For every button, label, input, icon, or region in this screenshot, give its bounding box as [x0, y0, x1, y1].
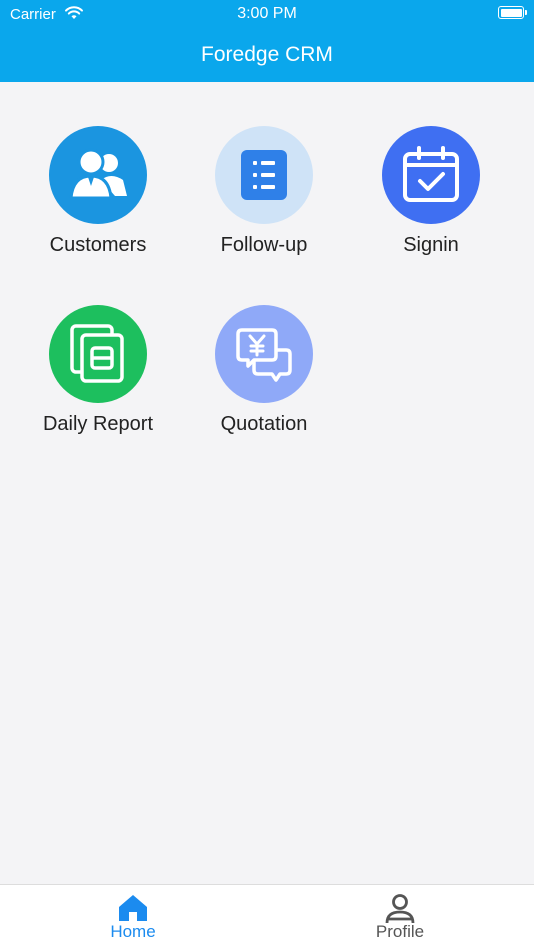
calendar-check-icon [382, 126, 480, 224]
home-icon [119, 895, 147, 921]
menu-item-daily-report[interactable]: Daily Report [18, 305, 178, 455]
report-icon [49, 305, 147, 403]
tab-profile[interactable]: Profile [340, 885, 460, 950]
list-icon [215, 126, 313, 224]
menu-label: Customers [49, 234, 147, 256]
menu-item-follow-up[interactable]: Follow-up [184, 126, 344, 276]
person-icon [385, 894, 415, 924]
app-header: Carrier 3:00 PM Foredge CRM [0, 0, 534, 82]
tab-label: Profile [375, 922, 425, 941]
menu-label: Follow-up [220, 234, 308, 256]
tab-bar: Home Profile [0, 884, 534, 950]
status-time: 3:00 PM [237, 5, 297, 22]
tab-label: Home [110, 922, 156, 941]
customers-icon [49, 126, 147, 224]
quotation-icon [215, 305, 313, 403]
menu-label: Daily Report [42, 413, 154, 435]
tab-home[interactable]: Home [73, 885, 193, 950]
menu-label: Signin [403, 234, 459, 256]
battery-icon [498, 6, 527, 19]
page-title: Foredge CRM [201, 43, 333, 66]
menu-item-signin[interactable]: Signin [351, 126, 511, 276]
menu-item-quotation[interactable]: Quotation [184, 305, 344, 455]
menu-label: Quotation [220, 413, 308, 435]
menu-item-customers[interactable]: Customers [18, 126, 178, 276]
